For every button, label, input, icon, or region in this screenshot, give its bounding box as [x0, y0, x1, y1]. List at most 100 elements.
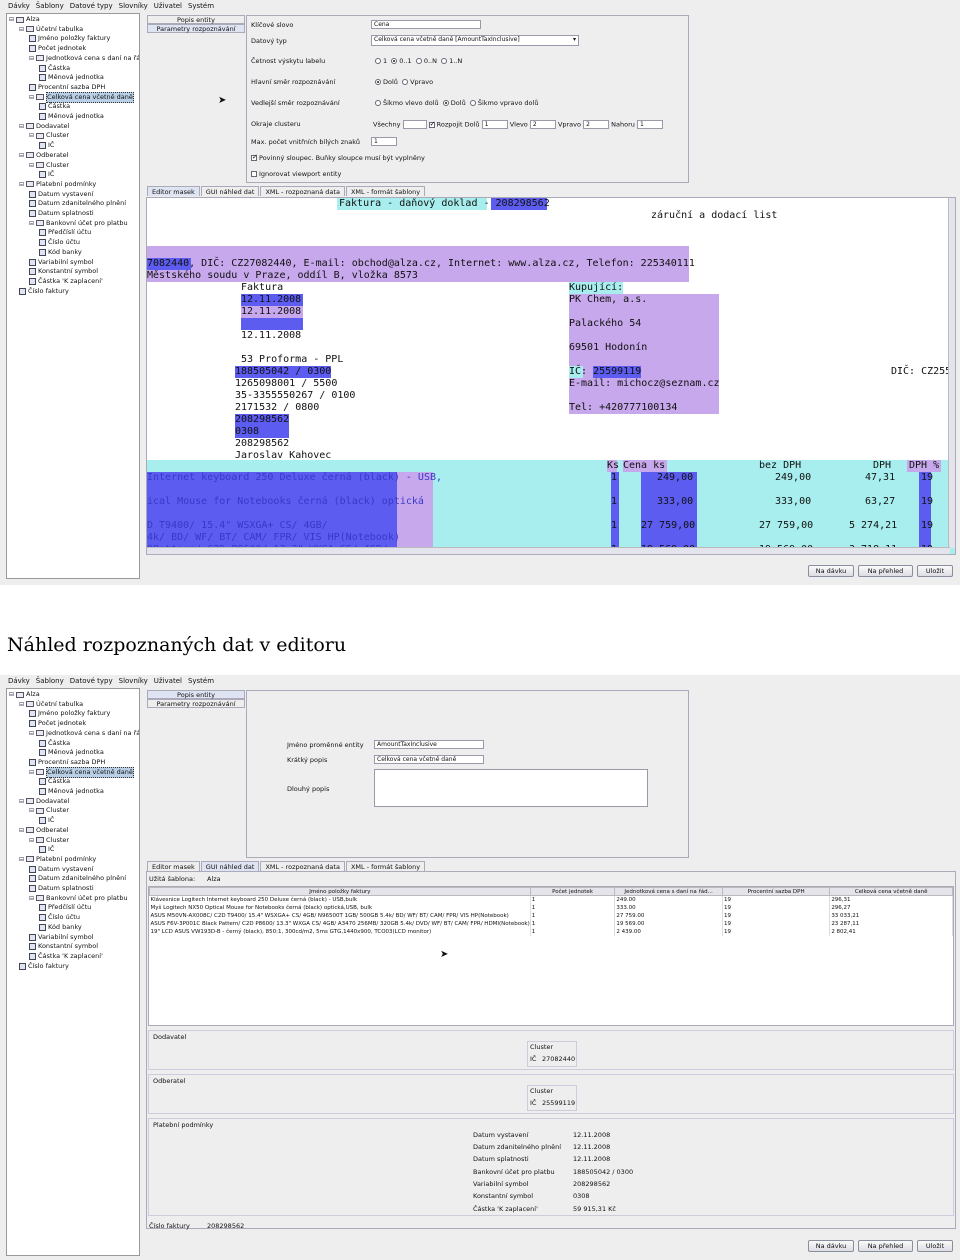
menu-item[interactable]: Datové typy: [70, 677, 113, 685]
tree-node[interactable]: IČ: [39, 816, 54, 825]
grid-header[interactable]: Celková cena včetně daně: [829, 887, 953, 896]
tree-node[interactable]: Číslo faktury: [19, 287, 69, 296]
tree-node[interactable]: ⊟ Dodavatel: [19, 122, 69, 131]
tree-node[interactable]: ⊟ Bankovní účet pro platbu: [29, 894, 128, 903]
tree-node[interactable]: IČ: [39, 141, 54, 150]
expand-toggle-icon[interactable]: ⊟: [19, 122, 24, 131]
tree-node[interactable]: Jméno položky faktury: [29, 709, 110, 718]
tab-xml-template[interactable]: XML - formát šablony: [345, 861, 426, 871]
tree-node[interactable]: ⊟ Cluster: [29, 806, 69, 815]
radio-freq-1[interactable]: [375, 58, 381, 64]
tree-node[interactable]: ⊟ Účetní tabulka: [19, 700, 83, 709]
cluster-all-spinner[interactable]: [402, 120, 427, 129]
radio-diag-right[interactable]: [469, 100, 476, 106]
expand-toggle-icon[interactable]: ⊟: [9, 15, 14, 24]
tree-node[interactable]: Číslo faktury: [19, 962, 69, 971]
tree-node[interactable]: ⊟ Jednotková cena s daní na řádku: [29, 729, 139, 738]
tree-node[interactable]: Variabilní symbol: [29, 933, 94, 942]
expand-toggle-icon[interactable]: ⊟: [29, 836, 34, 845]
tab-entity[interactable]: Popis entity: [147, 15, 245, 24]
to-overview-button[interactable]: Na přehled: [858, 1240, 913, 1252]
menu-item[interactable]: Systém: [188, 2, 214, 10]
tab-entity[interactable]: Popis entity: [147, 690, 245, 699]
table-row[interactable]: ASUS F6V-3P001C Black Pattern/ C2D P8600…: [149, 919, 953, 928]
menu-item[interactable]: Šablony: [36, 677, 64, 685]
tree-node[interactable]: Číslo účtu: [39, 238, 80, 247]
tree-node[interactable]: Datum vystavení: [29, 190, 93, 199]
expand-toggle-icon[interactable]: ⊟: [19, 180, 24, 189]
tree-node[interactable]: Datum splatnosti: [29, 209, 94, 218]
var-name-input[interactable]: AmountTaxInclusive: [374, 740, 484, 749]
radio-down[interactable]: [375, 79, 381, 85]
items-grid[interactable]: Jméno položky faktury Počet jednotek Jed…: [148, 886, 954, 1026]
table-row[interactable]: 19" LCD ASUS VW193D-B - černý (black), 8…: [149, 927, 953, 936]
radio-right[interactable]: [402, 79, 409, 85]
expand-toggle-icon[interactable]: ⊟: [19, 151, 24, 160]
max-whitespace-spinner[interactable]: 1: [371, 137, 397, 146]
radio-freq-0-n[interactable]: [415, 58, 422, 64]
save-button[interactable]: Uložit: [917, 1240, 953, 1252]
tree-node[interactable]: Částka: [39, 64, 70, 73]
tree-node[interactable]: Částka: [39, 739, 70, 748]
vertical-scrollbar[interactable]: [948, 198, 955, 548]
short-desc-input[interactable]: Celková cena včetně daně: [374, 755, 484, 764]
tree-node[interactable]: Měnová jednotka: [39, 787, 104, 796]
tree-node[interactable]: Počet jednotek: [29, 719, 86, 728]
expand-toggle-icon[interactable]: ⊟: [29, 93, 34, 102]
grid-header[interactable]: Procentní sazba DPH: [721, 887, 831, 896]
tree-node[interactable]: Konstantní symbol: [29, 942, 98, 951]
radio-freq-1-n[interactable]: [441, 58, 448, 64]
expand-toggle-icon[interactable]: ⊟: [19, 25, 24, 34]
tree-node[interactable]: IČ: [39, 170, 54, 179]
radio-freq-0-1[interactable]: [391, 58, 398, 64]
ignore-checkbox[interactable]: [251, 171, 257, 177]
table-row[interactable]: ASUS M50VN-AX008C/ C2D T9400/ 15.4" WSXG…: [149, 911, 953, 920]
tab-xml-data[interactable]: XML - rozpoznaná data: [260, 186, 345, 196]
to-overview-button[interactable]: Na přehled: [858, 565, 913, 577]
tree-node[interactable]: Částka: [39, 102, 70, 111]
tree-node[interactable]: ⊟ Celková cena včetně daně: [29, 766, 134, 778]
mandatory-checkbox[interactable]: [251, 153, 258, 161]
menu-item[interactable]: Dávky: [8, 2, 30, 10]
grid-header[interactable]: Počet jednotek: [529, 887, 616, 896]
menu-item[interactable]: Systém: [188, 677, 214, 685]
tab-xml-template[interactable]: XML - formát šablony: [345, 186, 426, 196]
tree-node[interactable]: ⊟ Platební podmínky: [19, 180, 96, 189]
menu-item[interactable]: Dávky: [8, 677, 30, 685]
expand-toggle-icon[interactable]: ⊟: [29, 806, 34, 815]
template-tree[interactable]: ⊟ Alza ⊟ Účetní tabulka Jméno položky faktur…: [6, 688, 140, 1256]
expand-toggle-icon[interactable]: ⊟: [29, 768, 34, 777]
tab-recognition-params[interactable]: Parametry rozpoznávání: [147, 24, 245, 33]
expand-checkbox[interactable]: [428, 120, 436, 128]
expand-toggle-icon[interactable]: ⊟: [29, 54, 34, 63]
tree-node[interactable]: Předčíslí účtu: [39, 228, 91, 237]
tree-node[interactable]: ⊟ Bankovní účet pro platbu: [29, 219, 128, 228]
tree-node[interactable]: Měnová jednotka: [39, 73, 104, 82]
save-button[interactable]: Uložit: [917, 565, 953, 577]
tree-node[interactable]: ⊟ Celková cena včetně daně: [29, 91, 134, 103]
tree-node[interactable]: Částka: [39, 777, 70, 786]
tree-node[interactable]: Procentní sazba DPH: [29, 83, 105, 92]
tree-node[interactable]: Kód banky: [39, 923, 82, 932]
expand-toggle-icon[interactable]: ⊟: [9, 690, 14, 699]
tree-node[interactable]: ⊟ Dodavatel: [19, 797, 69, 806]
send-to-batch-button[interactable]: Na dávku: [808, 1240, 854, 1252]
menu-item[interactable]: Uživatel: [154, 677, 182, 685]
expand-toggle-icon[interactable]: ⊟: [29, 219, 34, 228]
up-spinner[interactable]: 1: [636, 120, 663, 129]
long-desc-textarea[interactable]: [374, 769, 648, 807]
right-spinner[interactable]: 2: [583, 120, 610, 129]
tree-node[interactable]: ⊟ Odberatel: [19, 151, 68, 160]
left-spinner[interactable]: 2: [529, 120, 556, 129]
tree-node[interactable]: Číslo účtu: [39, 913, 80, 922]
table-row[interactable]: Klávesnice Logitech Internet keyboard 25…: [149, 895, 953, 904]
radio-side-down[interactable]: [442, 100, 449, 106]
expand-toggle-icon[interactable]: ⊟: [19, 700, 24, 709]
tab-gui-preview[interactable]: GUI náhled dat: [200, 861, 260, 871]
tree-node[interactable]: Datum splatnosti: [29, 884, 94, 893]
tab-gui-preview[interactable]: GUI náhled dat: [200, 186, 260, 196]
radio-diag-left[interactable]: [375, 100, 381, 106]
tree-node[interactable]: Konstantní symbol: [29, 267, 98, 276]
tree-node[interactable]: ⊟ Cluster: [29, 131, 69, 140]
tab-mask-editor[interactable]: Editor masek: [147, 861, 200, 871]
